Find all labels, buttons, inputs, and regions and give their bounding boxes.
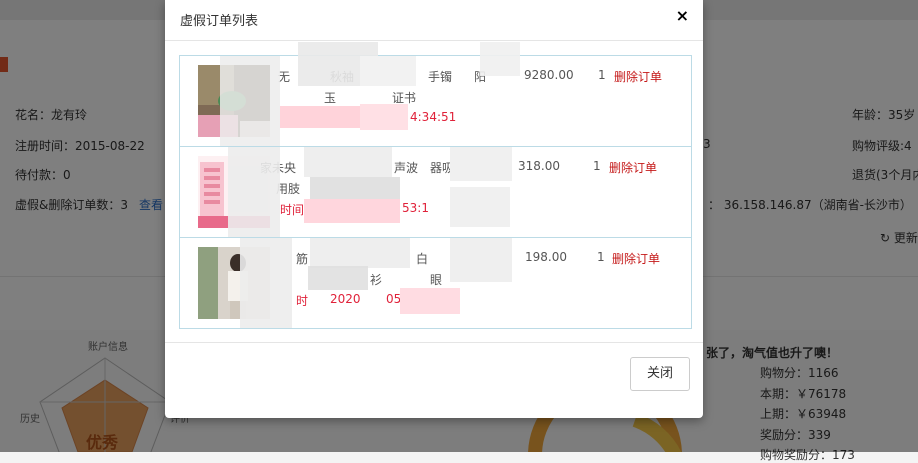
- close-icon[interactable]: ×: [676, 6, 689, 25]
- mosaic-mask: [450, 187, 510, 227]
- order-quantity: 1: [597, 250, 605, 264]
- close-button[interactable]: 关闭: [630, 357, 690, 391]
- delete-order-button[interactable]: 删除订单: [609, 159, 657, 176]
- fake-order-modal: 虚假订单列表 × 无 秋袖 手镯 阳 玉 证书 时 4:34:51: [165, 0, 703, 418]
- mosaic-mask: [360, 104, 408, 130]
- modal-title: 虚假订单列表: [180, 14, 259, 29]
- mosaic-mask: [450, 147, 512, 181]
- order-title-fragment: 眼: [430, 273, 443, 287]
- mosaic-mask: [304, 199, 400, 223]
- delete-order-button[interactable]: 删除订单: [614, 68, 662, 85]
- mosaic-mask: [400, 288, 460, 314]
- order-price: 318.00: [518, 159, 560, 173]
- order-title-fragment: 白: [416, 252, 429, 266]
- order-price: 198.00: [525, 250, 567, 264]
- mosaic-mask: [308, 266, 368, 290]
- order-time-fragment: 时: [296, 294, 309, 308]
- mosaic-mask: [450, 238, 512, 282]
- order-row: 无 秋袖 手镯 阳 玉 证书 时 4:34:51 9280.00 1 删除订单: [180, 42, 691, 147]
- order-time-fragment: 05: [386, 292, 402, 306]
- order-time: 53:1: [402, 201, 429, 215]
- mosaic-mask: [220, 56, 280, 146]
- order-title-fragment: 声波: [394, 161, 419, 175]
- order-time: 4:34:51: [410, 110, 457, 124]
- order-title-fragment: 玉: [324, 91, 337, 105]
- order-title-fragment: 筋: [296, 252, 309, 266]
- modal-footer-divider: [165, 342, 703, 343]
- mosaic-mask: [240, 238, 292, 328]
- order-title-fragment: 手镯: [428, 70, 453, 84]
- modal-header: 虚假订单列表 ×: [165, 0, 703, 41]
- order-quantity: 1: [593, 159, 601, 173]
- delete-order-button[interactable]: 删除订单: [612, 250, 660, 267]
- order-time: 2020: [330, 292, 361, 306]
- mosaic-mask: [360, 56, 416, 86]
- mosaic-mask: [310, 238, 410, 268]
- order-time-fragment: 时间: [280, 203, 305, 217]
- mosaic-mask: [304, 147, 392, 177]
- order-title-fragment: 衫: [370, 273, 383, 287]
- order-row: 筋 白 衫 眼 时 2020 05 198.00 1 删除订单: [180, 238, 691, 328]
- order-row: 家未央 声波 器吸 用肢 时间 53:1 318.00 1 删除订单: [180, 147, 691, 238]
- mosaic-mask: [280, 106, 360, 128]
- order-price: 9280.00: [524, 68, 574, 82]
- mosaic-mask: [480, 42, 520, 76]
- order-quantity: 1: [598, 68, 606, 82]
- order-table: 无 秋袖 手镯 阳 玉 证书 时 4:34:51 9280.00 1 删除订单: [179, 42, 692, 329]
- mosaic-mask: [228, 147, 280, 237]
